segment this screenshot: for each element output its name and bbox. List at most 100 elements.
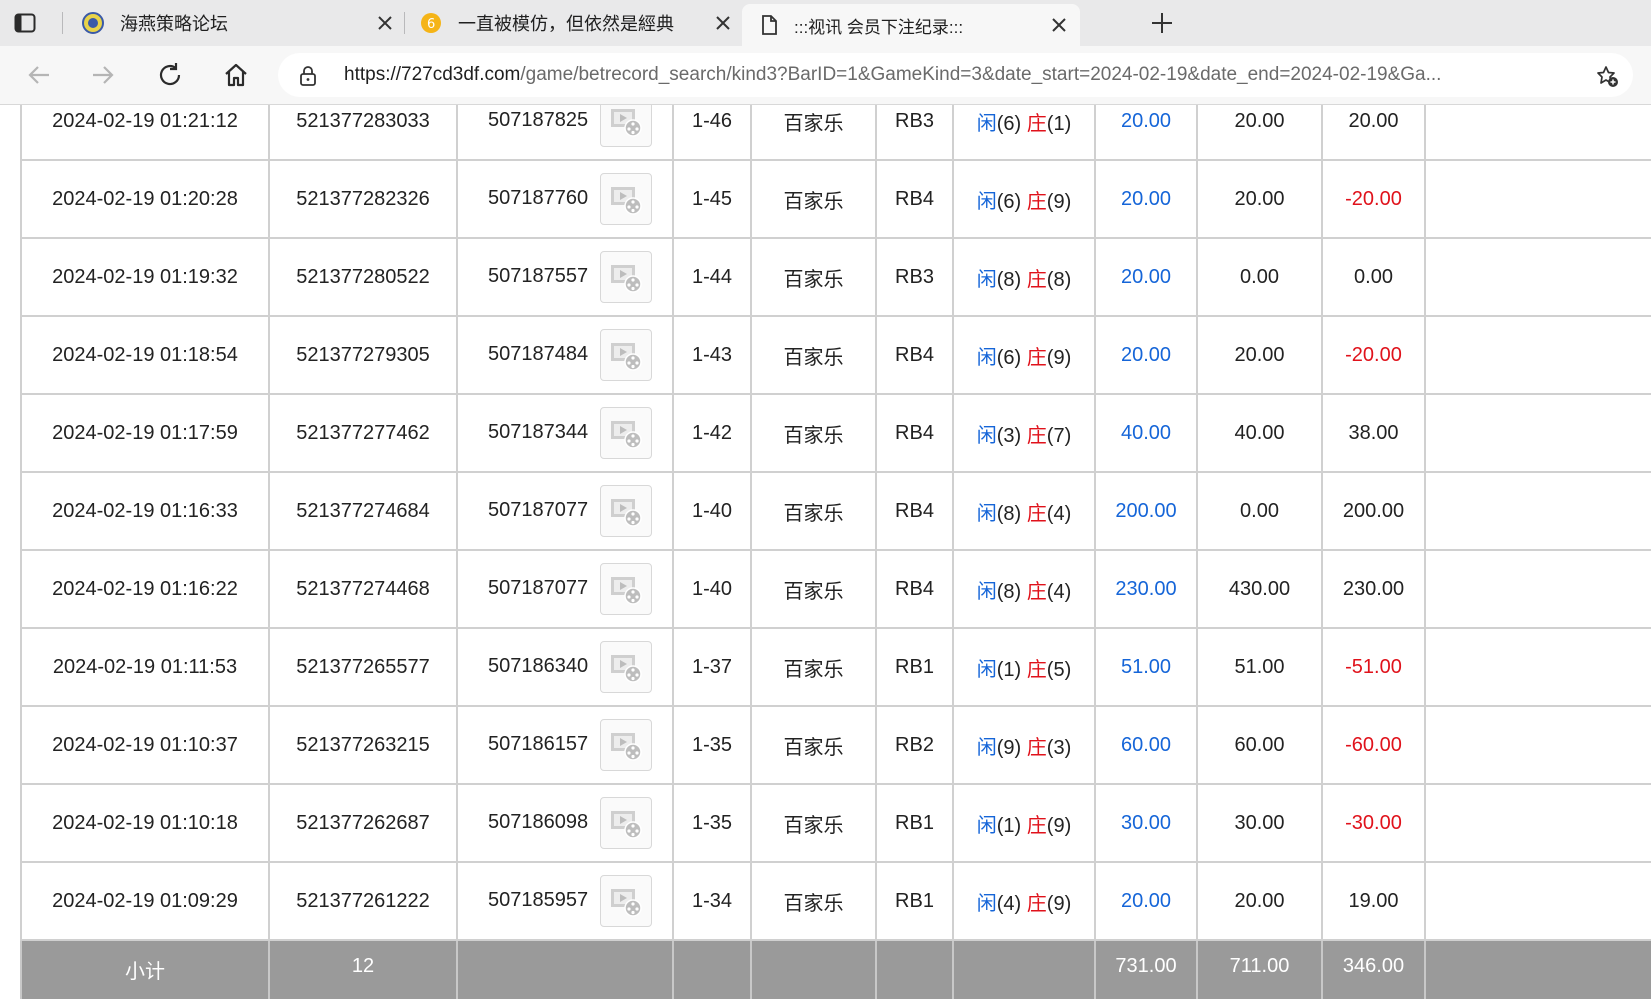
- reload-icon[interactable]: [155, 60, 185, 90]
- round-number: 1-43: [672, 315, 752, 395]
- round-number: 1-46: [672, 105, 752, 161]
- round-number: 1-40: [672, 471, 752, 551]
- player-label: 闲: [976, 814, 997, 837]
- game-id-cell: 507187557: [456, 237, 674, 317]
- game-id-cell: 507187077: [456, 549, 674, 629]
- banker-label: 庄: [1026, 268, 1047, 291]
- win-amount: 20.00: [1321, 105, 1426, 161]
- video-replay-icon[interactable]: [600, 641, 652, 693]
- video-replay-icon[interactable]: [600, 105, 652, 147]
- subtotal-bet: 731.00: [1094, 939, 1198, 999]
- close-icon[interactable]: [376, 14, 394, 32]
- bet-amount: 230.00: [1094, 549, 1198, 629]
- empty-cell: [672, 939, 752, 999]
- banker-points: (7): [1046, 424, 1072, 447]
- game-id-cell: 507186157: [456, 705, 674, 785]
- page-content[interactable]: 2024-02-19 01:21:12 521377283033 507187825…: [0, 105, 1651, 999]
- balance-amount: 1028: [1424, 105, 1651, 161]
- result-cell: 闲(9) 庄(3): [952, 705, 1096, 785]
- add-favorite-icon[interactable]: [1595, 64, 1619, 88]
- video-replay-icon[interactable]: [600, 329, 652, 381]
- balance-amount: 370: [1424, 471, 1651, 551]
- close-icon[interactable]: [714, 14, 732, 32]
- player-points: (6): [996, 346, 1022, 369]
- empty-cell: [1424, 939, 1651, 999]
- tab-bet-record[interactable]: :::视讯 会员下注纪录:::: [742, 4, 1080, 46]
- new-tab-icon[interactable]: [1150, 11, 1174, 35]
- order-id: 521377261222: [268, 861, 458, 941]
- round-number: 1-35: [672, 705, 752, 785]
- bet-amount: 30.00: [1094, 783, 1198, 863]
- game-id: 507187760: [488, 187, 589, 209]
- bet-amount: 60.00: [1094, 705, 1198, 785]
- game-type: 百家乐: [750, 783, 877, 863]
- video-replay-icon[interactable]: [600, 173, 652, 225]
- url-text[interactable]: https://727cd3df.com/game/betrecord_sear…: [344, 64, 1524, 86]
- forum-favicon-icon: [82, 12, 104, 34]
- player-points: (9): [996, 736, 1022, 759]
- bet-time: 2024-02-19 01:17:59: [20, 393, 270, 473]
- tab-title: :::视讯 会员下注纪录:::: [794, 17, 964, 37]
- banker-label: 庄: [1026, 424, 1047, 447]
- banker-points: (9): [1046, 892, 1072, 915]
- forward-icon[interactable]: [88, 60, 118, 90]
- banker-points: (9): [1046, 814, 1072, 837]
- home-icon[interactable]: [221, 60, 251, 90]
- video-replay-icon[interactable]: [600, 563, 652, 615]
- round-number: 1-42: [672, 393, 752, 473]
- game-id-cell: 507187760: [456, 159, 674, 239]
- banker-label: 庄: [1026, 580, 1047, 603]
- bet-time: 2024-02-19 01:09:29: [20, 861, 270, 941]
- game-id-cell: 507186340: [456, 627, 674, 707]
- banker-label: 庄: [1026, 112, 1047, 135]
- subtotal-label: 小计: [20, 939, 270, 999]
- round-number: 1-37: [672, 627, 752, 707]
- player-points: (6): [996, 190, 1022, 213]
- close-icon[interactable]: [1050, 16, 1068, 34]
- table-code: RB3: [875, 105, 954, 161]
- table-row: 2024-02-19 01:19:32 521377280522 507187557…: [20, 237, 1651, 317]
- address-bar[interactable]: https://727cd3df.com/game/betrecord_sear…: [278, 53, 1633, 97]
- result-cell: 闲(3) 庄(7): [952, 393, 1096, 473]
- result-cell: 闲(1) 庄(5): [952, 627, 1096, 707]
- video-replay-icon[interactable]: [600, 251, 652, 303]
- tab-title: 一直被模仿，但依然是經典: [458, 14, 674, 34]
- video-replay-icon[interactable]: [600, 719, 652, 771]
- table-code: RB1: [875, 783, 954, 863]
- result-cell: 闲(6) 庄(1): [952, 105, 1096, 161]
- game-id: 507187077: [488, 577, 589, 599]
- valid-amount: 60.00: [1196, 705, 1323, 785]
- table-row: 2024-02-19 01:11:53 521377265577 507186340…: [20, 627, 1651, 707]
- result-cell: 闲(1) 庄(9): [952, 783, 1096, 863]
- banker-label: 庄: [1026, 502, 1047, 525]
- tab-forum[interactable]: 海燕策略论坛: [66, 0, 406, 46]
- game-id: 507186098: [488, 811, 589, 833]
- url-path: /game/betrecord_search/kind3?BarID=1&Gam…: [520, 64, 1442, 85]
- bet-time: 2024-02-19 01:19:32: [20, 237, 270, 317]
- game-type: 百家乐: [750, 393, 877, 473]
- valid-amount: 0.00: [1196, 237, 1323, 317]
- subtotal-win: 346.00: [1321, 939, 1426, 999]
- back-icon[interactable]: [24, 60, 54, 90]
- game-id-cell: 507187484: [456, 315, 674, 395]
- video-replay-icon[interactable]: [600, 797, 652, 849]
- player-points: (1): [996, 814, 1022, 837]
- banker-label: 庄: [1026, 892, 1047, 915]
- video-replay-icon[interactable]: [600, 485, 652, 537]
- player-points: (8): [996, 268, 1022, 291]
- bet-time: 2024-02-19 01:18:54: [20, 315, 270, 395]
- round-number: 1-45: [672, 159, 752, 239]
- round-number: 1-40: [672, 549, 752, 629]
- tab-actions-icon[interactable]: [14, 12, 36, 34]
- lock-icon[interactable]: [298, 65, 318, 86]
- game-id: 507187077: [488, 499, 589, 521]
- win-amount: -60.00: [1321, 705, 1426, 785]
- valid-amount: 0.00: [1196, 471, 1323, 551]
- tab-classic[interactable]: 6 一直被模仿，但依然是經典: [404, 0, 744, 46]
- player-label: 闲: [976, 892, 997, 915]
- result-cell: 闲(8) 庄(4): [952, 471, 1096, 551]
- video-replay-icon[interactable]: [600, 875, 652, 927]
- video-replay-icon[interactable]: [600, 407, 652, 459]
- win-amount: 230.00: [1321, 549, 1426, 629]
- player-points: (8): [996, 580, 1022, 603]
